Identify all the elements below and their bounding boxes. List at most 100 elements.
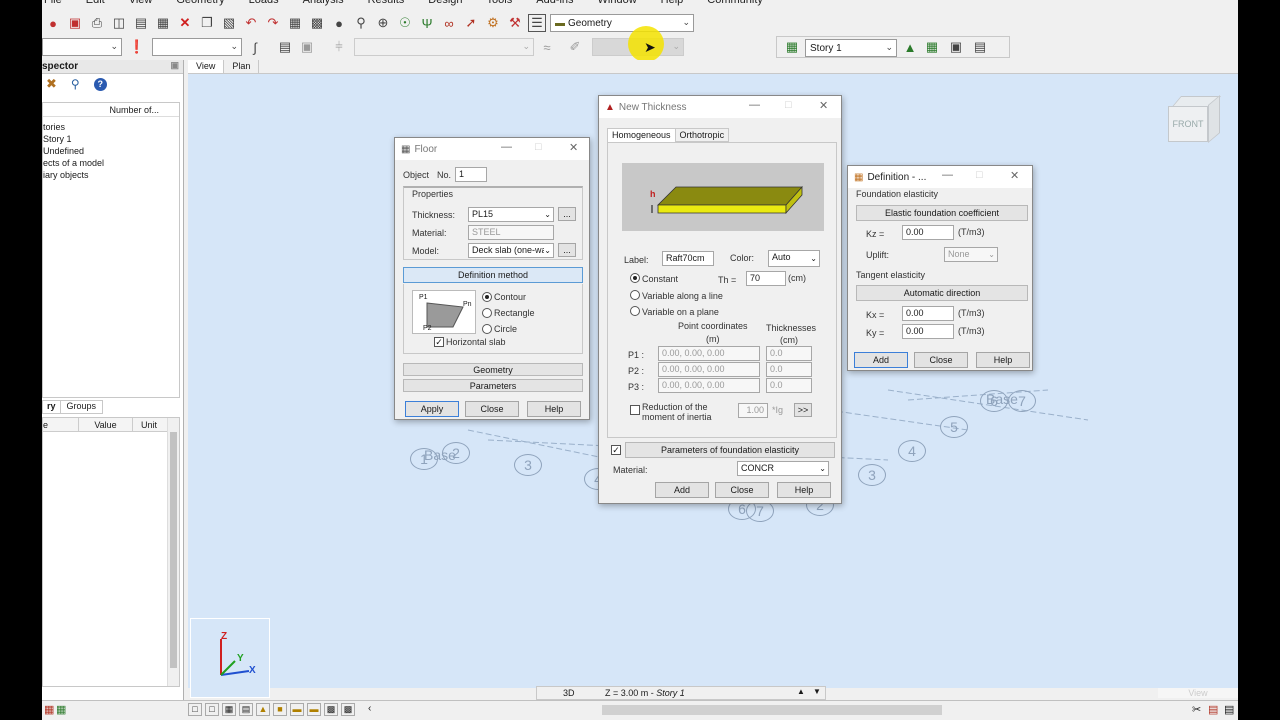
- thickness-select[interactable]: PL15 ⌄: [468, 207, 554, 222]
- view-cube-front[interactable]: FRONT: [1168, 106, 1208, 142]
- release-icon[interactable]: ⫩: [330, 38, 348, 56]
- display-icon[interactable]: ▩: [341, 703, 355, 716]
- grid-icon[interactable]: ▩: [308, 14, 326, 32]
- story-table-icon[interactable]: ▤: [971, 38, 989, 56]
- menu-file[interactable]: File: [44, 0, 62, 10]
- menu-edit[interactable]: Edit: [86, 0, 105, 10]
- thickness-help-button[interactable]: Help: [777, 482, 831, 498]
- minimize-icon[interactable]: —: [501, 141, 512, 153]
- thickness-more-button[interactable]: ...: [558, 207, 576, 221]
- thickness-close-button[interactable]: Close: [715, 482, 769, 498]
- scroll-left-icon[interactable]: ‹: [368, 703, 371, 716]
- copy-icon[interactable]: ❐: [198, 14, 216, 32]
- tab-groups[interactable]: Groups: [60, 400, 104, 414]
- section-select[interactable]: ⌄: [152, 38, 242, 56]
- horizontal-scrollbar[interactable]: [602, 705, 942, 715]
- floor-help-button[interactable]: Help: [527, 401, 581, 417]
- undo-icon[interactable]: ↶: [242, 14, 260, 32]
- tab-homogeneous[interactable]: Homogeneous: [607, 128, 676, 142]
- angle-icon[interactable]: ∫: [246, 38, 264, 56]
- menu-window[interactable]: Window: [598, 0, 637, 10]
- story-manage-icon[interactable]: ▦: [923, 38, 941, 56]
- model-more-button[interactable]: ...: [558, 243, 576, 257]
- calc-icon[interactable]: ▦: [154, 14, 172, 32]
- tree-item[interactable]: ects of a model: [43, 157, 179, 169]
- definition-add-button[interactable]: Add: [854, 352, 908, 368]
- layout-icon[interactable]: ☰: [528, 14, 546, 32]
- model-select[interactable]: Deck slab (one-wa ⌄: [468, 243, 554, 258]
- level-up-icon[interactable]: ▲: [797, 687, 805, 696]
- display-icon[interactable]: ▦: [222, 703, 236, 716]
- layout-select[interactable]: ▬ Geometry ⌄: [550, 14, 694, 32]
- scrollbar-thumb[interactable]: [170, 432, 177, 668]
- tree-item[interactable]: iary objects: [43, 169, 179, 181]
- close-icon[interactable]: ✕: [569, 141, 578, 154]
- horizontal-slab-checkbox[interactable]: ✓: [434, 337, 444, 347]
- tab-story[interactable]: ry: [42, 400, 61, 414]
- print-preview-icon[interactable]: ◫: [110, 14, 128, 32]
- thickness-add-button[interactable]: Add: [655, 482, 709, 498]
- th-field[interactable]: 70: [746, 271, 786, 286]
- save-icon[interactable]: ▣: [66, 14, 84, 32]
- view-mode[interactable]: 3D: [563, 688, 575, 698]
- section-icon[interactable]: ❗: [128, 38, 146, 56]
- kx-field[interactable]: 0.00: [902, 306, 954, 321]
- elastic-icon[interactable]: ≈: [538, 38, 556, 56]
- reduction-checkbox[interactable]: [630, 405, 640, 415]
- status-icon-b[interactable]: ▦: [56, 703, 66, 716]
- geometry-section-button[interactable]: Geometry: [403, 363, 583, 376]
- display-icon[interactable]: ▩: [324, 703, 338, 716]
- close-icon[interactable]: ✕: [819, 99, 828, 112]
- zoom-icon[interactable]: ⚲: [352, 14, 370, 32]
- variable-plane-radio[interactable]: [630, 306, 640, 316]
- menu-design[interactable]: Design: [428, 0, 462, 10]
- settings-icon[interactable]: ⚙: [484, 14, 502, 32]
- foundation-checkbox[interactable]: ✓: [611, 445, 621, 455]
- table-icon[interactable]: ▦: [286, 14, 304, 32]
- loads-icon[interactable]: ∞: [440, 14, 458, 32]
- delete-icon[interactable]: ✕: [176, 14, 194, 32]
- definition-close-button[interactable]: Close: [914, 352, 968, 368]
- status-tool-icon-3[interactable]: ▤: [1224, 703, 1234, 716]
- menu-results[interactable]: Results: [368, 0, 405, 10]
- foundation-params-button[interactable]: Parameters of foundation elasticity: [625, 442, 835, 458]
- level-down-icon[interactable]: ▼: [813, 687, 821, 696]
- structure-icon[interactable]: ☉: [396, 14, 414, 32]
- story-icon[interactable]: ▦: [783, 38, 801, 56]
- display-icon[interactable]: ▲: [256, 703, 270, 716]
- tab-orthotropic[interactable]: Orthotropic: [675, 128, 730, 142]
- object-number-field[interactable]: 1: [455, 167, 487, 182]
- maximize-icon[interactable]: □: [535, 141, 542, 153]
- story-copy-icon[interactable]: ▣: [947, 38, 965, 56]
- ground-icon[interactable]: ✐: [566, 38, 584, 56]
- view-cube[interactable]: FRONT: [1168, 94, 1224, 144]
- view-icon-b[interactable]: ▣: [298, 38, 316, 56]
- variable-line-radio[interactable]: [630, 290, 640, 300]
- tree-item[interactable]: tories: [43, 121, 179, 133]
- object-select[interactable]: ⌄: [42, 38, 122, 56]
- display-icon[interactable]: ▬: [290, 703, 304, 716]
- results-icon[interactable]: ➚: [462, 14, 480, 32]
- zoom-plus-icon[interactable]: ⊕: [374, 14, 392, 32]
- screen-capture-icon[interactable]: ▤: [132, 14, 150, 32]
- display-icon[interactable]: □: [205, 703, 219, 716]
- vertical-scrollbar[interactable]: [167, 418, 179, 686]
- floor-close-button[interactable]: Close: [465, 401, 519, 417]
- display-icon[interactable]: ▬: [307, 703, 321, 716]
- contour-radio[interactable]: [482, 292, 492, 302]
- tree-item[interactable]: Undefined: [43, 145, 179, 157]
- paste-icon[interactable]: ▧: [220, 14, 238, 32]
- menu-loads[interactable]: Loads: [249, 0, 279, 10]
- lock-icon[interactable]: ●: [330, 14, 348, 32]
- apply-button[interactable]: Apply: [405, 401, 459, 417]
- definition-help-button[interactable]: Help: [976, 352, 1030, 368]
- open-icon[interactable]: ●: [44, 14, 62, 32]
- view-icon-a[interactable]: ▤: [276, 38, 294, 56]
- print-icon[interactable]: ⎙: [88, 14, 106, 32]
- material-select[interactable]: CONCR ⌄: [737, 461, 829, 476]
- menu-view[interactable]: View: [129, 0, 153, 10]
- menu-community[interactable]: Community: [707, 0, 763, 10]
- status-tool-icon[interactable]: ✂: [1192, 703, 1201, 716]
- supports-icon[interactable]: Ψ: [418, 14, 436, 32]
- menu-help[interactable]: Help: [661, 0, 684, 10]
